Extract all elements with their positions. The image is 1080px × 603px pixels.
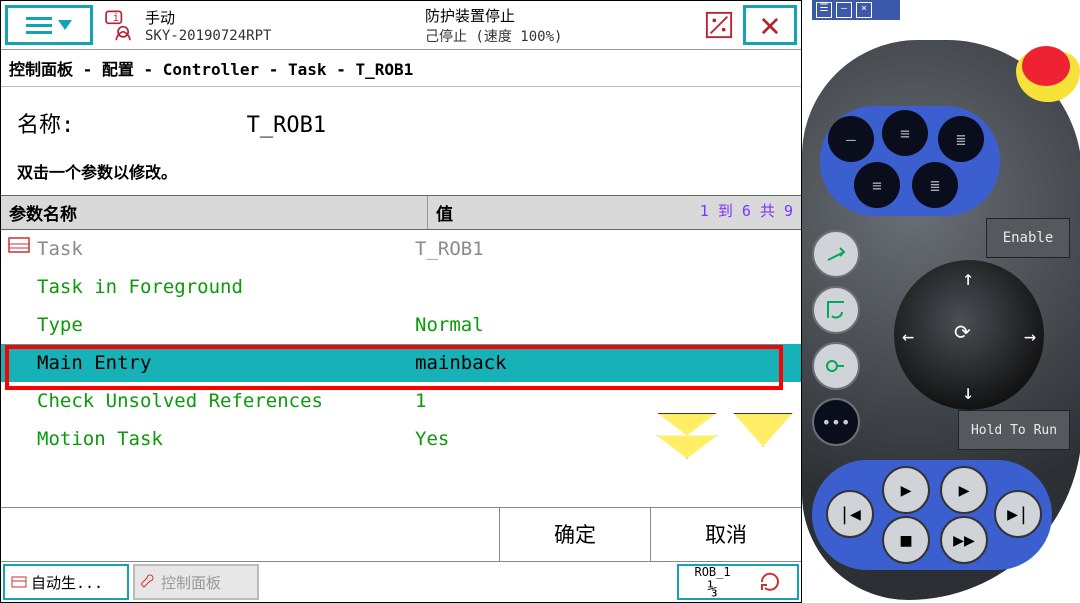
param-name: Check Unsolved References bbox=[1, 390, 409, 412]
play-alt-button[interactable]: ▶ bbox=[940, 466, 988, 514]
window-menu-icon[interactable]: ☰ bbox=[816, 2, 832, 18]
autogen-icon bbox=[11, 574, 27, 590]
breadcrumb: 控制面板 - 配置 - Controller - Task - T_ROB1 bbox=[1, 50, 801, 87]
parameter-list: TaskT_ROB1Task in ForegroundTypeNormalMa… bbox=[1, 230, 801, 507]
arrow-up-icon: ↑ bbox=[962, 266, 974, 290]
param-name: Task in Foreground bbox=[1, 276, 409, 298]
robot-name: ROB_1 bbox=[694, 565, 730, 579]
status-mode-block: 手动 SKY-20190724RPT bbox=[139, 1, 419, 49]
side-button-3[interactable] bbox=[812, 342, 860, 390]
param-value: Normal bbox=[409, 314, 801, 336]
param-name: Type bbox=[1, 314, 409, 336]
wrench-icon bbox=[141, 574, 157, 590]
name-value: T_ROB1 bbox=[247, 113, 326, 138]
taskbar-item-controlpanel[interactable]: 控制面板 bbox=[133, 564, 259, 600]
page-down-double-button[interactable] bbox=[657, 413, 717, 459]
window-close-icon[interactable]: × bbox=[856, 2, 872, 18]
cluster-button-5[interactable]: ≣ bbox=[912, 162, 958, 208]
taskbar-item-label: 控制面板 bbox=[161, 572, 221, 593]
emergency-stop-button[interactable] bbox=[1016, 52, 1080, 102]
hamburger-icon bbox=[26, 17, 52, 34]
cancel-button[interactable]: 取消 bbox=[650, 508, 801, 561]
robot-fraction: ⅓ bbox=[707, 579, 717, 599]
cluster-button-4[interactable]: ≡ bbox=[854, 162, 900, 208]
param-name: Motion Task bbox=[1, 428, 409, 450]
station-label: SKY-20190724RPT bbox=[145, 28, 413, 44]
robot-status-box[interactable]: ROB_1 ⅓ bbox=[677, 564, 799, 600]
param-value: T_ROB1 bbox=[409, 238, 801, 260]
header-param: 参数名称 bbox=[1, 196, 427, 229]
ok-button[interactable]: 确定 bbox=[499, 508, 650, 561]
arrow-down-icon: ↓ bbox=[962, 380, 974, 404]
table-row[interactable]: TypeNormal bbox=[1, 306, 801, 344]
guard-label: 防护装置停止 bbox=[425, 5, 693, 26]
enable-button[interactable]: Enable bbox=[986, 218, 1070, 258]
warning-icon[interactable] bbox=[699, 1, 739, 49]
rotate-icon: ⟳ bbox=[954, 320, 971, 344]
hint-text: 双击一个参数以修改。 bbox=[1, 159, 801, 195]
mode-label: 手动 bbox=[145, 7, 413, 28]
cluster-button-2[interactable]: ≡ bbox=[882, 110, 928, 156]
arrow-left-icon: ← bbox=[902, 324, 914, 348]
prev-button[interactable]: |◀ bbox=[826, 490, 874, 538]
list-corner-icon bbox=[7, 234, 31, 258]
header-value: 值 bbox=[427, 196, 692, 229]
table-header: 参数名称 值 1 到 6 共 9 bbox=[1, 195, 801, 230]
svg-text:i: i bbox=[113, 13, 119, 24]
param-value: 1 bbox=[409, 390, 801, 412]
close-button[interactable]: ✕ bbox=[743, 5, 797, 45]
param-name: Main Entry bbox=[1, 352, 409, 374]
name-label: 名称: bbox=[17, 107, 237, 139]
table-row[interactable]: Main Entrymainback bbox=[1, 344, 801, 382]
step-button[interactable]: ▶▶ bbox=[940, 516, 988, 564]
main-menu-button[interactable] bbox=[5, 5, 93, 45]
state-label: 己停止 (速度 100%) bbox=[425, 26, 693, 46]
table-row[interactable]: Task in Foreground bbox=[1, 268, 801, 306]
hold-to-run-button[interactable]: Hold To Run bbox=[958, 410, 1070, 450]
chevron-down-icon bbox=[58, 20, 72, 30]
side-button-1[interactable] bbox=[812, 230, 860, 278]
side-button-4[interactable]: ••• bbox=[812, 398, 860, 446]
joystick[interactable]: ↑ ↓ ← → ⟳ bbox=[894, 260, 1044, 410]
taskbar-item-label: 自动生... bbox=[31, 572, 103, 593]
window-minimize-icon[interactable]: – bbox=[836, 2, 852, 18]
pendant-titlebar[interactable]: ☰ – × bbox=[812, 0, 900, 20]
taskbar-item-autogen[interactable]: 自动生... bbox=[3, 564, 129, 600]
param-name: Task bbox=[1, 238, 409, 260]
stop-button[interactable]: ■ bbox=[882, 516, 930, 564]
cluster-button-3[interactable]: ≣ bbox=[938, 116, 984, 162]
table-row[interactable]: TaskT_ROB1 bbox=[1, 230, 801, 268]
top-button-cluster: — ≡ ≣ ≡ ≣ bbox=[820, 106, 1000, 216]
page-down-button[interactable] bbox=[733, 413, 793, 447]
media-button-cluster: |◀ ▶ ▶ ▶| ■ ▶▶ bbox=[812, 460, 1052, 570]
next-button[interactable]: ▶| bbox=[994, 490, 1042, 538]
operator-icon[interactable]: i bbox=[97, 1, 139, 49]
status-guard-block: 防护装置停止 己停止 (速度 100%) bbox=[419, 1, 699, 49]
teach-pendant: ☰ – × — ≡ ≣ ≡ ≣ ••• Enable ↑ ↓ bbox=[802, 0, 1080, 603]
header-range: 1 到 6 共 9 bbox=[692, 196, 801, 229]
play-button[interactable]: ▶ bbox=[882, 466, 930, 514]
close-icon: ✕ bbox=[760, 5, 780, 45]
refresh-icon bbox=[758, 570, 782, 594]
param-value: mainback bbox=[409, 352, 801, 374]
arrow-right-icon: → bbox=[1024, 324, 1036, 348]
cluster-button-1[interactable]: — bbox=[828, 116, 874, 162]
side-button-2[interactable] bbox=[812, 286, 860, 334]
